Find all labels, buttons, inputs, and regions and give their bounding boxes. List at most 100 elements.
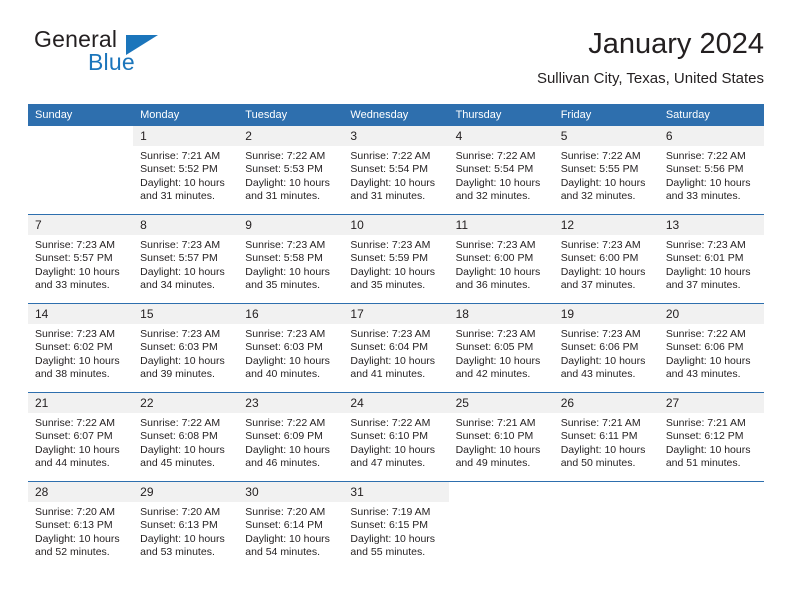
day-number: 24 (343, 393, 449, 413)
daylight-duration-line-2: and 36 minutes. (455, 279, 531, 292)
general-blue-logo[interactable]: General Blue (28, 26, 208, 88)
sunset-time: Sunset: 5:57 PM (35, 252, 113, 265)
daylight-duration-line-1: Daylight: 10 hours (245, 176, 330, 189)
calendar-day-cell[interactable]: 28 Sunrise: 7:20 AM Sunset: 6:13 PM Dayligh… (28, 481, 134, 570)
calendar-day-cell[interactable]: 18 Sunrise: 7:23 AM Sunset: 6:05 PM Dayligh… (448, 303, 554, 393)
daylight-duration-line-2: and 44 minutes. (35, 457, 110, 470)
day-number: 8 (133, 215, 239, 235)
calendar-day-cell[interactable]: 20 Sunrise: 7:22 AM Sunset: 6:06 PM Dayligh… (658, 303, 764, 393)
sunset-time: Sunset: 6:12 PM (665, 430, 744, 443)
calendar-day-cell[interactable]: 8 Sunrise: 7:23 AM Sunset: 5:57 PM Daylight… (133, 214, 239, 304)
day-details: Sunrise: 7:21 AM Sunset: 6:12 PM Daylight:… (659, 413, 764, 471)
calendar-day-cell[interactable]: 9 Sunrise: 7:23 AM Sunset: 5:58 PM Daylight… (238, 214, 344, 304)
daylight-duration-line-1: Daylight: 10 hours (350, 354, 436, 367)
day-details: Sunrise: 7:23 AM Sunset: 5:57 PM Daylight:… (28, 235, 133, 293)
weekday-header-sunday: Sunday (28, 104, 134, 126)
day-details: Sunrise: 7:23 AM Sunset: 6:01 PM Daylight:… (659, 235, 764, 293)
page-header: General Blue January 2024 Sullivan City,… (28, 26, 764, 98)
calendar-day-cell[interactable]: 24 Sunrise: 7:22 AM Sunset: 6:10 PM Dayligh… (343, 392, 449, 482)
calendar-day-cell[interactable]: 22 Sunrise: 7:22 AM Sunset: 6:08 PM Dayligh… (133, 392, 239, 482)
weekday-header-wednesday: Wednesday (343, 104, 449, 126)
calendar-week-row: 7 Sunrise: 7:23 AM Sunset: 5:57 PM Daylight… (28, 214, 764, 304)
calendar-day-cell[interactable]: 3 Sunrise: 7:22 AM Sunset: 5:54 PM Daylight… (343, 126, 449, 215)
sunrise-time: Sunrise: 7:23 AM (35, 239, 115, 251)
daylight-duration-line-2: and 55 minutes. (350, 546, 426, 559)
calendar-day-cell[interactable]: 19 Sunrise: 7:23 AM Sunset: 6:06 PM Dayligh… (553, 303, 659, 393)
day-details: Sunrise: 7:23 AM Sunset: 6:03 PM Daylight:… (133, 324, 238, 382)
day-details: Sunrise: 7:23 AM Sunset: 6:04 PM Daylight:… (343, 324, 448, 382)
daylight-duration-line-1: Daylight: 10 hours (245, 532, 330, 545)
weekday-header-tuesday: Tuesday (238, 104, 344, 126)
day-details: Sunrise: 7:22 AM Sunset: 5:53 PM Daylight:… (238, 146, 343, 204)
sunset-time: Sunset: 6:15 PM (350, 519, 429, 532)
day-number: 2 (238, 126, 344, 146)
day-details: Sunrise: 7:19 AM Sunset: 6:15 PM Daylight:… (343, 502, 448, 560)
day-number: 17 (343, 304, 449, 324)
sunset-time: Sunset: 5:55 PM (560, 163, 639, 176)
calendar-day-cell[interactable]: 15 Sunrise: 7:23 AM Sunset: 6:03 PM Dayligh… (133, 303, 239, 393)
daylight-duration-line-2: and 41 minutes. (350, 368, 426, 381)
sunrise-time: Sunrise: 7:22 AM (560, 150, 641, 162)
calendar-day-cell[interactable]: 17 Sunrise: 7:23 AM Sunset: 6:04 PM Dayligh… (343, 303, 449, 393)
daylight-duration-line-1: Daylight: 10 hours (35, 354, 120, 367)
weekday-header-friday: Friday (553, 104, 659, 126)
daylight-duration-line-2: and 42 minutes. (455, 368, 531, 381)
sunrise-time: Sunrise: 7:23 AM (140, 328, 221, 340)
calendar-week-row: 21 Sunrise: 7:22 AM Sunset: 6:07 PM Dayligh… (28, 392, 764, 482)
sunset-time: Sunset: 6:09 PM (245, 430, 323, 443)
sunset-time: Sunset: 6:08 PM (140, 430, 218, 443)
day-details: Sunrise: 7:21 AM Sunset: 5:52 PM Daylight:… (133, 146, 238, 204)
calendar-cell-empty (28, 126, 133, 215)
calendar-day-cell[interactable]: 27 Sunrise: 7:21 AM Sunset: 6:12 PM Dayligh… (658, 392, 764, 482)
calendar-day-cell[interactable]: 31 Sunrise: 7:19 AM Sunset: 6:15 PM Dayligh… (343, 481, 449, 570)
calendar-day-cell[interactable]: 25 Sunrise: 7:21 AM Sunset: 6:10 PM Dayligh… (448, 392, 554, 482)
daylight-duration-line-1: Daylight: 10 hours (665, 176, 751, 189)
sunset-time: Sunset: 5:56 PM (665, 163, 744, 176)
calendar-day-cell[interactable]: 29 Sunrise: 7:20 AM Sunset: 6:13 PM Dayligh… (133, 481, 239, 570)
calendar-day-cell[interactable]: 16 Sunrise: 7:23 AM Sunset: 6:03 PM Dayligh… (238, 303, 344, 393)
calendar-day-cell[interactable]: 10 Sunrise: 7:23 AM Sunset: 5:59 PM Dayligh… (343, 214, 449, 304)
weekday-header-monday: Monday (133, 104, 239, 126)
calendar-day-cell[interactable]: 14 Sunrise: 7:23 AM Sunset: 6:02 PM Dayligh… (28, 303, 134, 393)
calendar-day-cell[interactable]: 5 Sunrise: 7:22 AM Sunset: 5:55 PM Daylight… (553, 126, 659, 215)
sunrise-time: Sunrise: 7:23 AM (560, 328, 641, 340)
day-details: Sunrise: 7:22 AM Sunset: 5:54 PM Daylight:… (449, 146, 554, 204)
calendar-day-cell[interactable]: 21 Sunrise: 7:22 AM Sunset: 6:07 PM Dayligh… (28, 392, 134, 482)
calendar-day-cell[interactable]: 13 Sunrise: 7:23 AM Sunset: 6:01 PM Dayligh… (658, 214, 764, 304)
day-number: 1 (133, 126, 239, 146)
calendar-day-cell[interactable]: 23 Sunrise: 7:22 AM Sunset: 6:09 PM Dayligh… (238, 392, 344, 482)
daylight-duration-line-2: and 31 minutes. (140, 190, 215, 203)
calendar-day-cell[interactable]: 11 Sunrise: 7:23 AM Sunset: 6:00 PM Dayligh… (448, 214, 554, 304)
day-number: 25 (448, 393, 554, 413)
daylight-duration-line-1: Daylight: 10 hours (455, 354, 541, 367)
calendar-day-cell[interactable]: 1 Sunrise: 7:21 AM Sunset: 5:52 PM Daylight… (133, 126, 239, 215)
daylight-duration-line-1: Daylight: 10 hours (35, 532, 120, 545)
calendar-cell-empty (658, 481, 764, 570)
calendar-day-cell[interactable]: 7 Sunrise: 7:23 AM Sunset: 5:57 PM Daylight… (28, 214, 134, 304)
daylight-duration-line-1: Daylight: 10 hours (35, 443, 120, 456)
sunrise-time: Sunrise: 7:21 AM (665, 417, 746, 429)
day-number (554, 482, 659, 502)
day-details: Sunrise: 7:22 AM Sunset: 6:09 PM Daylight:… (238, 413, 343, 471)
daylight-duration-line-2: and 31 minutes. (350, 190, 426, 203)
day-number: 12 (553, 215, 659, 235)
day-details: Sunrise: 7:22 AM Sunset: 5:54 PM Daylight:… (343, 146, 448, 204)
daylight-duration-line-1: Daylight: 10 hours (455, 443, 541, 456)
day-details: Sunrise: 7:22 AM Sunset: 6:10 PM Daylight:… (343, 413, 448, 471)
calendar-day-cell[interactable]: 4 Sunrise: 7:22 AM Sunset: 5:54 PM Daylight… (448, 126, 554, 215)
day-number: 3 (343, 126, 449, 146)
sunset-time: Sunset: 6:14 PM (245, 519, 323, 532)
daylight-duration-line-2: and 47 minutes. (350, 457, 426, 470)
day-number (449, 482, 554, 502)
day-number (28, 126, 133, 146)
calendar-day-cell[interactable]: 6 Sunrise: 7:22 AM Sunset: 5:56 PM Daylight… (658, 126, 764, 215)
daylight-duration-line-2: and 53 minutes. (140, 546, 215, 559)
calendar-day-cell[interactable]: 2 Sunrise: 7:22 AM Sunset: 5:53 PM Daylight… (238, 126, 344, 215)
sunrise-time: Sunrise: 7:23 AM (245, 239, 326, 251)
calendar-day-cell[interactable]: 12 Sunrise: 7:23 AM Sunset: 6:00 PM Dayligh… (553, 214, 659, 304)
calendar-day-cell[interactable]: 30 Sunrise: 7:20 AM Sunset: 6:14 PM Dayligh… (238, 481, 344, 570)
sunrise-time: Sunrise: 7:22 AM (665, 150, 746, 162)
calendar-day-cell[interactable]: 26 Sunrise: 7:21 AM Sunset: 6:11 PM Dayligh… (553, 392, 659, 482)
sunset-time: Sunset: 6:10 PM (350, 430, 429, 443)
day-details: Sunrise: 7:23 AM Sunset: 5:57 PM Daylight:… (133, 235, 238, 293)
